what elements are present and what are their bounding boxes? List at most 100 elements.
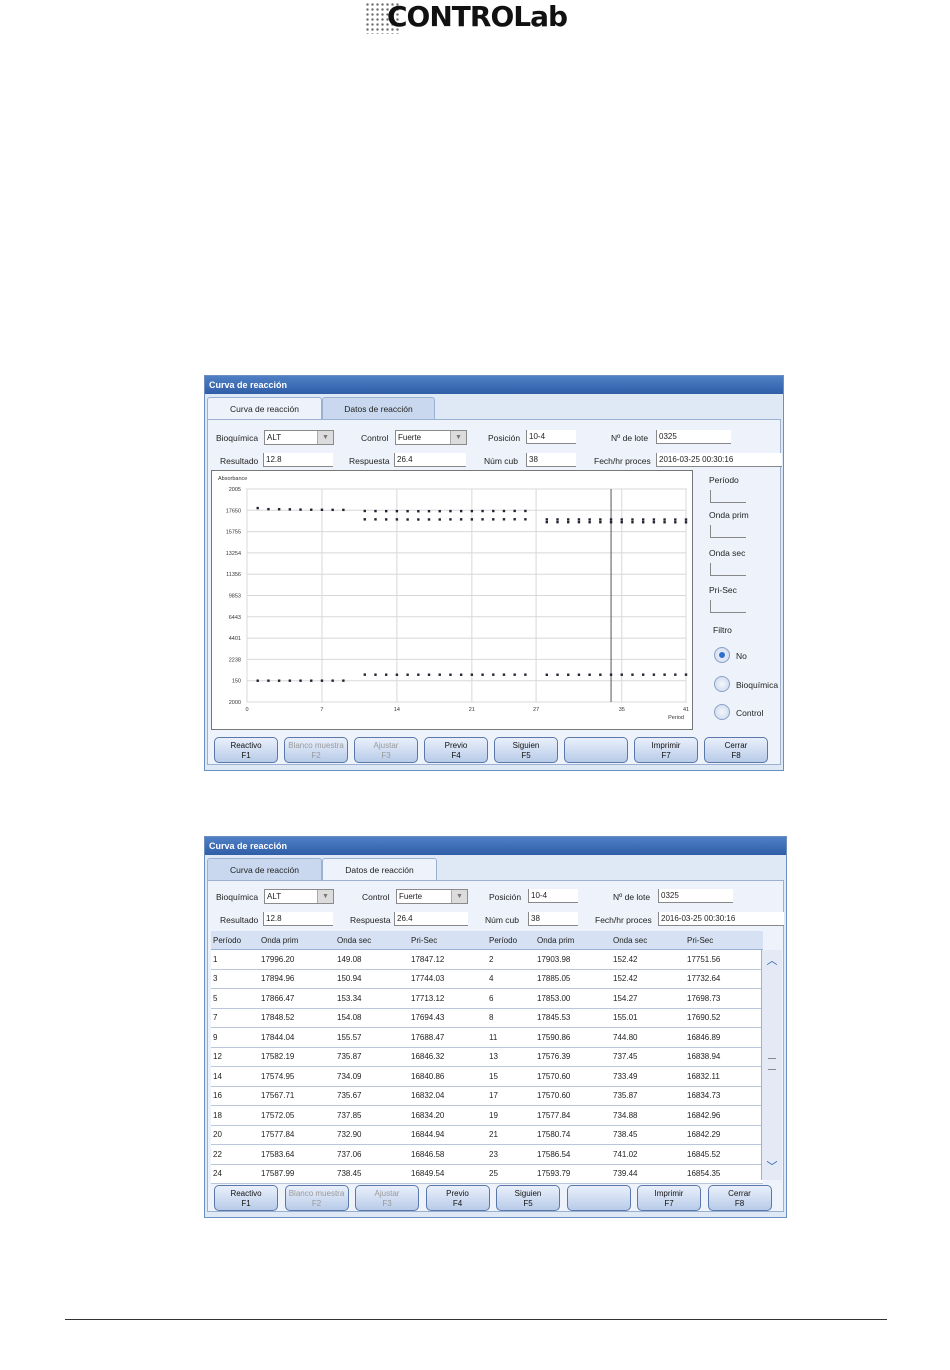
- periodo-side-label: Período: [709, 475, 739, 485]
- data-point: [459, 673, 463, 676]
- data-point: [417, 673, 420, 676]
- column-header[interactable]: Pri-Sec: [409, 931, 487, 950]
- table-cell: 739.44: [611, 1164, 685, 1184]
- table-cell: 3: [211, 969, 259, 989]
- filter-no-radio[interactable]: [714, 647, 730, 663]
- tab-datos-reaccion[interactable]: Datos de reacción: [322, 397, 435, 419]
- data-point: [556, 673, 559, 676]
- control-select[interactable]: Fuerte ▼: [396, 889, 468, 904]
- reaction-chart-svg: 2005 17650 15755 13254 11356 9853 6443 4401 2238…: [218, 476, 689, 721]
- button-label: Reactivo: [230, 741, 262, 750]
- chevron-down-icon[interactable]: ▼: [317, 431, 333, 444]
- chevron-down-icon[interactable]: ▼: [450, 431, 466, 444]
- y-tick-label: 2000: [229, 700, 241, 706]
- bioquimica-select[interactable]: ALT ▼: [264, 430, 334, 445]
- column-header[interactable]: Onda sec: [611, 931, 685, 950]
- column-header[interactable]: Período: [211, 931, 259, 950]
- filter-control-label: Control: [736, 708, 764, 718]
- data-point: [492, 673, 495, 676]
- x-tick-label: 0: [245, 707, 248, 713]
- tab-datos-reaccion[interactable]: Datos de reacción: [322, 858, 437, 880]
- window-title: Curva de reacción: [205, 376, 783, 394]
- ajustar-button[interactable]: Ajustar F3: [354, 737, 418, 763]
- scroll-thumb[interactable]: [768, 1058, 776, 1070]
- ajustar-button[interactable]: Ajustar F3: [355, 1185, 419, 1211]
- periodo-side-field: [710, 490, 746, 503]
- imprimir-button[interactable]: Imprimir F7: [637, 1185, 701, 1211]
- siguien-button[interactable]: Siguien F5: [494, 737, 558, 763]
- data-point: [449, 518, 452, 521]
- table-row[interactable]: 5 17866.47 153.34 17713.12 6 17853.00 154.27 17…: [211, 988, 763, 1009]
- column-header[interactable]: Período: [487, 931, 535, 950]
- data-point: [481, 673, 484, 676]
- button-key: F7: [661, 751, 671, 760]
- table-row[interactable]: 1 17996.20 149.08 17847.12 2 17903.98 152.42 17…: [211, 949, 763, 970]
- table-cell: 17690.52: [685, 1008, 763, 1028]
- table-row[interactable]: 12 17582.19 735.87 16846.32 13 17576.39 737.45…: [211, 1047, 763, 1067]
- table-row[interactable]: 9 17844.04 155.57 17688.47 11 17590.86 744.80 1…: [211, 1027, 763, 1048]
- previo-button[interactable]: Previo F4: [424, 737, 488, 763]
- button-label: Blanco muestra: [288, 741, 344, 750]
- data-point: [545, 520, 549, 524]
- blanco-muestra-button[interactable]: Blanco muestra F2: [284, 737, 348, 763]
- table-row[interactable]: 14 17574.95 734.09 16840.86 15 17570.60 733.49…: [211, 1066, 763, 1087]
- table-scrollbar[interactable]: ︿ ﹀: [761, 950, 782, 1180]
- data-point: [674, 518, 677, 521]
- table-row[interactable]: 20 17577.84 732.90 16844.94 21 17580.74 738.45…: [211, 1125, 763, 1145]
- data-point: [470, 673, 474, 676]
- data-point: [310, 508, 313, 511]
- table-row[interactable]: 22 17583.64 737.06 16846.58 23 17586.54 741.02…: [211, 1144, 763, 1165]
- table-cell: 17593.79: [535, 1164, 611, 1184]
- column-header[interactable]: Onda sec: [335, 931, 409, 950]
- scroll-up-icon[interactable]: ︿: [762, 952, 782, 970]
- control-select[interactable]: Fuerte ▼: [395, 430, 467, 445]
- data-point: [492, 509, 495, 513]
- blanco-muestra-button[interactable]: Blanco muestra F2: [284, 1185, 349, 1211]
- button-label: Ajustar: [373, 741, 399, 750]
- table-row[interactable]: 24 17587.99 738.45 16849.54 25 17593.79 739.44…: [211, 1164, 763, 1184]
- siguien-button[interactable]: Siguien F5: [496, 1185, 560, 1211]
- table-cell: 16846.32: [409, 1047, 487, 1067]
- imprimir-button[interactable]: Imprimir F7: [634, 737, 698, 763]
- filter-control-radio[interactable]: [714, 704, 730, 720]
- table-cell: 15: [487, 1066, 535, 1087]
- blank-button[interactable]: [564, 737, 628, 763]
- table-cell: 17885.05: [535, 969, 611, 989]
- control-label: Control: [362, 892, 390, 902]
- table-row[interactable]: 7 17848.52 154.08 17694.43 8 17845.53 155.01 17…: [211, 1008, 763, 1028]
- data-point: [481, 518, 484, 521]
- cerrar-button[interactable]: Cerrar F8: [707, 1185, 772, 1211]
- table-cell: 734.09: [335, 1066, 409, 1087]
- page-footer-rule: [65, 1319, 887, 1320]
- reactivo-button[interactable]: Reactivo F1: [214, 1185, 278, 1211]
- onda-prim-side-field: [710, 525, 746, 538]
- column-header[interactable]: Onda prim: [259, 931, 335, 950]
- scroll-down-icon[interactable]: ﹀: [762, 1158, 782, 1176]
- filter-bioquimica-radio[interactable]: [714, 676, 730, 692]
- data-point: [417, 518, 420, 521]
- column-header[interactable]: Pri-Sec: [685, 931, 763, 950]
- data-point: [577, 518, 581, 521]
- reactivo-button[interactable]: Reactivo F1: [214, 737, 278, 763]
- chevron-down-icon[interactable]: ▼: [451, 890, 467, 903]
- chevron-down-icon[interactable]: ▼: [317, 890, 333, 903]
- cerrar-button[interactable]: Cerrar F8: [704, 737, 768, 763]
- tab-curva-reaccion[interactable]: Curva de reacción: [207, 858, 322, 880]
- previo-button[interactable]: Previo F4: [425, 1185, 490, 1211]
- table-row[interactable]: 18 17572.05 737.85 16834.20 19 17577.84 734.88…: [211, 1105, 763, 1126]
- table-cell: 16832.11: [685, 1066, 763, 1087]
- data-point: [492, 518, 495, 521]
- data-point: [342, 679, 345, 682]
- table-cell: 17570.60: [535, 1086, 611, 1106]
- button-label: Blanco muestra: [288, 1189, 345, 1198]
- table-cell: 17577.84: [259, 1125, 335, 1145]
- x-tick-label: 41: [683, 707, 689, 713]
- bioquimica-select[interactable]: ALT ▼: [264, 889, 334, 904]
- tab-curva-reaccion[interactable]: Curva de reacción: [207, 397, 322, 419]
- column-header[interactable]: Onda prim: [535, 931, 611, 950]
- table-cell: 12: [211, 1047, 259, 1067]
- fecha-field: 2016-03-25 00:30:16: [656, 453, 782, 467]
- blank-button[interactable]: [566, 1185, 631, 1211]
- table-row[interactable]: 3 17894.96 150.94 17744.03 4 17885.05 152.42 17…: [211, 969, 763, 989]
- table-row[interactable]: 16 17567.71 735.67 16832.04 17 17570.60 735.87…: [211, 1086, 763, 1106]
